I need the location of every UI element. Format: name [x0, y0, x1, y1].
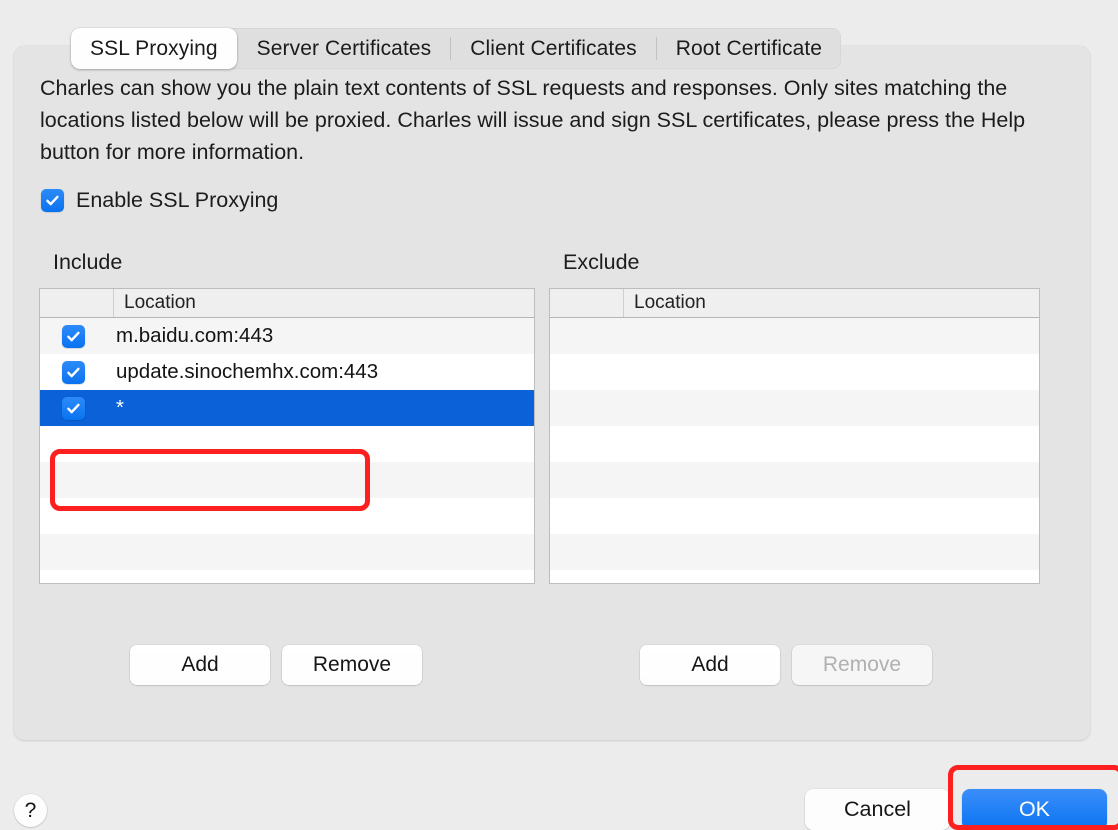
tab-server-certificates[interactable]: Server Certificates — [238, 28, 451, 69]
checkbox-checked-icon[interactable] — [62, 360, 85, 384]
table-row-empty — [40, 534, 534, 570]
tab-ssl-proxying[interactable]: SSL Proxying — [71, 28, 237, 69]
exclude-add-button[interactable]: Add — [640, 645, 780, 685]
table-row-empty — [40, 426, 534, 462]
table-row-empty — [550, 462, 1039, 498]
exclude-section: Exclude Location — [549, 250, 1040, 584]
cancel-button[interactable]: Cancel — [805, 789, 950, 830]
description-text: Charles can show you the plain text cont… — [40, 76, 1026, 164]
include-table-header: Location — [40, 289, 534, 318]
table-row-empty — [40, 462, 534, 498]
checkbox-checked-icon[interactable] — [41, 189, 64, 212]
include-header-checkbox-column — [40, 289, 114, 317]
row-location-cell: * — [116, 396, 124, 419]
table-row-empty — [40, 498, 534, 534]
row-checkbox-cell[interactable] — [40, 324, 114, 348]
table-row-empty — [550, 354, 1039, 390]
checkbox-checked-icon[interactable] — [62, 324, 85, 348]
tab-root-certificate[interactable]: Root Certificate — [657, 28, 841, 69]
help-button[interactable]: ? — [14, 794, 47, 827]
row-location-cell: update.sinochemhx.com:443 — [116, 360, 379, 383]
checkbox-checked-icon[interactable] — [62, 396, 85, 420]
table-row[interactable]: m.baidu.com:443 — [40, 318, 534, 354]
row-location-cell: m.baidu.com:443 — [116, 324, 274, 347]
exclude-table-body — [550, 318, 1039, 570]
ok-button[interactable]: OK — [962, 789, 1107, 830]
tab-bar: SSL Proxying Server Certificates Client Ce… — [71, 28, 842, 69]
include-remove-button[interactable]: Remove — [282, 645, 422, 685]
table-row-empty — [550, 390, 1039, 426]
tab-client-certificates[interactable]: Client Certificates — [451, 28, 655, 69]
row-checkbox-cell[interactable] — [40, 396, 114, 420]
include-caption: Include — [53, 250, 123, 274]
exclude-header-checkbox-column — [550, 289, 624, 317]
exclude-caption: Exclude — [563, 250, 640, 274]
table-row[interactable]: * — [40, 390, 534, 426]
enable-ssl-proxying-row[interactable]: Enable SSL Proxying — [41, 188, 278, 213]
table-row-empty — [550, 318, 1039, 354]
table-row-empty — [550, 426, 1039, 462]
exclude-button-row: Add Remove — [640, 645, 932, 685]
row-checkbox-cell[interactable] — [40, 360, 114, 384]
exclude-table-header: Location — [550, 289, 1039, 318]
table-row[interactable]: update.sinochemhx.com:443 — [40, 354, 534, 390]
exclude-table[interactable]: Location — [549, 288, 1040, 584]
include-section: Include Location m.baidu.com:443 update.s… — [39, 250, 535, 584]
exclude-remove-button: Remove — [792, 645, 932, 685]
table-row-empty — [550, 498, 1039, 534]
include-add-button[interactable]: Add — [130, 645, 270, 685]
enable-ssl-proxying-label: Enable SSL Proxying — [76, 188, 279, 212]
include-button-row: Add Remove — [130, 645, 422, 685]
include-header-location: Location — [124, 292, 196, 313]
exclude-header-location: Location — [634, 292, 706, 313]
include-table[interactable]: Location m.baidu.com:443 update.sinochemh… — [39, 288, 535, 584]
include-table-body: m.baidu.com:443 update.sinochemhx.com:443… — [40, 318, 534, 570]
table-row-empty — [550, 534, 1039, 570]
